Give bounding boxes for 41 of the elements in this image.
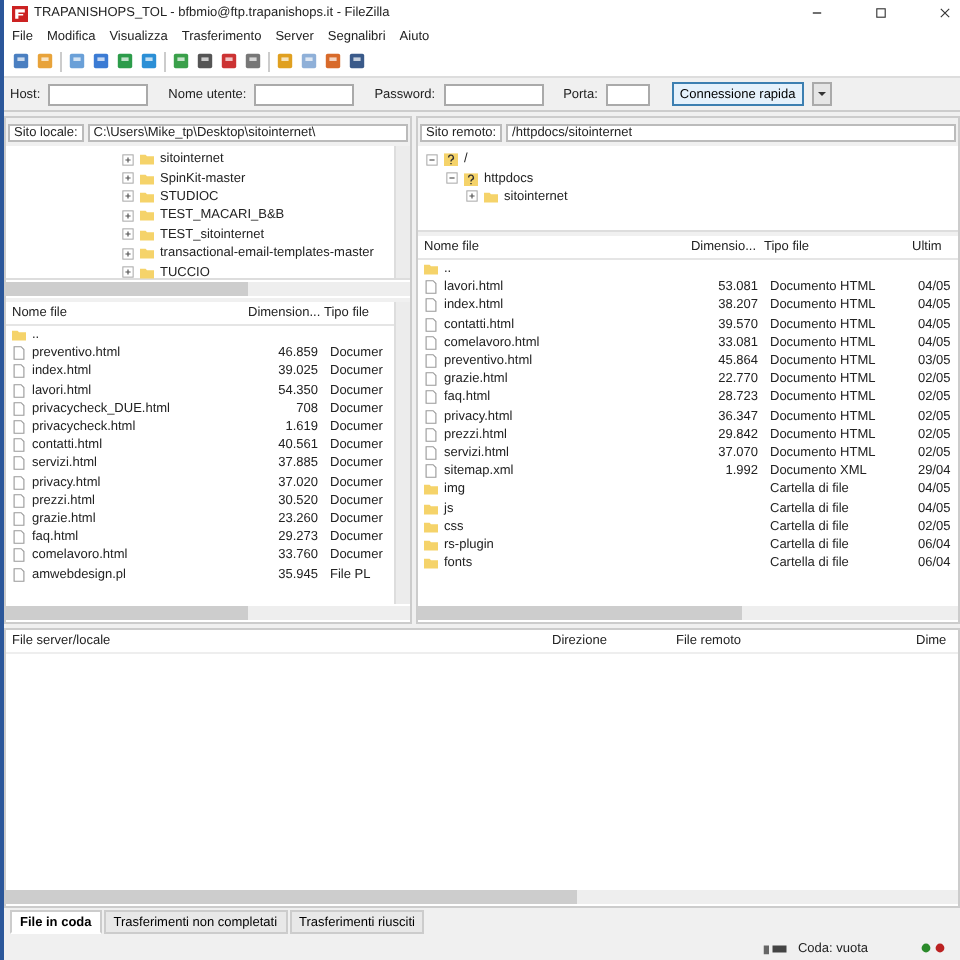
expand-icon[interactable]: [122, 153, 134, 166]
maximize-icon[interactable]: [874, 6, 888, 20]
toolbar-icon[interactable]: [196, 52, 214, 70]
scrollbar[interactable]: [394, 302, 410, 604]
toolbar-icon[interactable]: [348, 52, 366, 70]
expand-icon[interactable]: [122, 209, 134, 222]
status-lights-icon: [920, 942, 948, 954]
scrollbar[interactable]: [6, 282, 410, 296]
toolbar-icon[interactable]: [12, 52, 30, 70]
port-field[interactable]: [605, 83, 650, 105]
collapse-icon[interactable]: [426, 153, 438, 166]
expand-icon[interactable]: [122, 247, 134, 260]
expand-icon[interactable]: [122, 190, 134, 203]
scrollbar[interactable]: [6, 606, 410, 620]
toolbar-icon[interactable]: [92, 52, 110, 70]
question-folder-icon: [444, 152, 458, 167]
minimize-icon[interactable]: [810, 6, 824, 20]
toolbar-icon[interactable]: [140, 52, 158, 70]
username-field[interactable]: [254, 83, 355, 105]
expand-icon[interactable]: [122, 172, 134, 185]
password-field[interactable]: [443, 83, 544, 105]
scrollbar[interactable]: [418, 606, 958, 620]
scrollbar[interactable]: [394, 146, 410, 278]
folder-icon: [484, 189, 498, 204]
question-folder-icon: [464, 171, 478, 186]
app-logo-icon: [12, 5, 28, 21]
queue-icon: [761, 941, 790, 955]
scrollbar[interactable]: [6, 890, 958, 904]
expand-icon[interactable]: [122, 228, 134, 241]
toolbar-icon[interactable]: [244, 52, 262, 70]
host-field[interactable]: [48, 83, 149, 105]
close-icon[interactable]: [938, 6, 952, 20]
collapse-icon[interactable]: [446, 172, 458, 185]
folder-icon: [424, 262, 438, 277]
toolbar-icon[interactable]: [220, 52, 238, 70]
expand-icon[interactable]: [466, 190, 478, 203]
toolbar-icon[interactable]: [172, 52, 190, 70]
toolbar-icon[interactable]: [324, 52, 342, 70]
folder-icon: [12, 328, 26, 343]
toolbar-icon[interactable]: [116, 52, 134, 70]
expand-icon[interactable]: [122, 266, 134, 279]
